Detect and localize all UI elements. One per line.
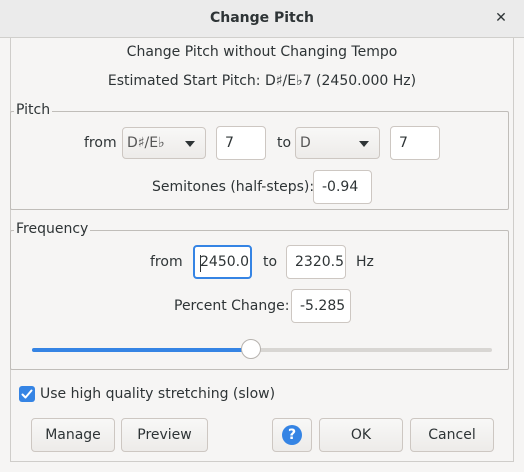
manage-button[interactable]: Manage: [31, 418, 115, 452]
percent-change-value: -5.285: [300, 298, 346, 314]
text-caret: [200, 255, 201, 272]
frequency-to-field[interactable]: 2320.5: [286, 245, 346, 279]
to-note-value: D: [300, 135, 311, 151]
frequency-group-label: Frequency: [14, 221, 91, 237]
pitch-to-label: to: [277, 135, 292, 151]
frequency-from-field[interactable]: 2450.0: [193, 245, 252, 279]
pitch-from-label: from: [84, 135, 117, 151]
close-icon[interactable]: ✕: [492, 9, 510, 27]
frequency-from-value: 2450.0: [200, 254, 249, 270]
title-bar: Change Pitch ✕: [0, 0, 524, 38]
help-button[interactable]: ?: [272, 418, 312, 452]
high-quality-checkbox[interactable]: [19, 386, 35, 402]
from-octave-value: 7: [225, 135, 234, 151]
window-title: Change Pitch: [209, 10, 315, 26]
chevron-down-icon: [359, 141, 369, 147]
percent-change-slider-thumb[interactable]: [240, 339, 261, 359]
chevron-down-icon: [185, 141, 195, 147]
percent-change-slider-fill: [32, 348, 251, 352]
to-octave-value: 7: [399, 135, 408, 151]
to-octave-field[interactable]: 7: [390, 126, 440, 160]
preview-button[interactable]: Preview: [121, 418, 208, 452]
pitch-group-label: Pitch: [14, 102, 53, 118]
check-icon: [21, 389, 33, 399]
frequency-to-value: 2320.5: [295, 254, 344, 270]
semitones-label: Semitones (half-steps):: [152, 179, 315, 195]
from-note-dropdown[interactable]: D♯/E♭: [122, 127, 206, 159]
percent-change-label: Percent Change:: [174, 298, 290, 314]
frequency-unit-label: Hz: [356, 254, 374, 270]
percent-change-slider-track[interactable]: [32, 348, 492, 352]
from-octave-field[interactable]: 7: [216, 126, 266, 160]
from-note-value: D♯/E♭: [127, 135, 165, 151]
high-quality-label: Use high quality stretching (slow): [40, 386, 276, 402]
dialog-subtitle: Change Pitch without Changing Tempo: [126, 44, 398, 60]
help-icon: ?: [282, 425, 302, 445]
semitones-field[interactable]: -0.94: [313, 170, 372, 204]
estimated-start-pitch: Estimated Start Pitch: D♯/E♭7 (2450.000 …: [107, 73, 417, 89]
ok-button[interactable]: OK: [319, 418, 403, 452]
to-note-dropdown[interactable]: D: [295, 127, 380, 159]
frequency-to-label: to: [263, 254, 278, 270]
semitones-value: -0.94: [322, 179, 359, 195]
percent-change-field[interactable]: -5.285: [291, 289, 351, 323]
cancel-button[interactable]: Cancel: [410, 418, 494, 452]
frequency-from-label: from: [150, 254, 183, 270]
